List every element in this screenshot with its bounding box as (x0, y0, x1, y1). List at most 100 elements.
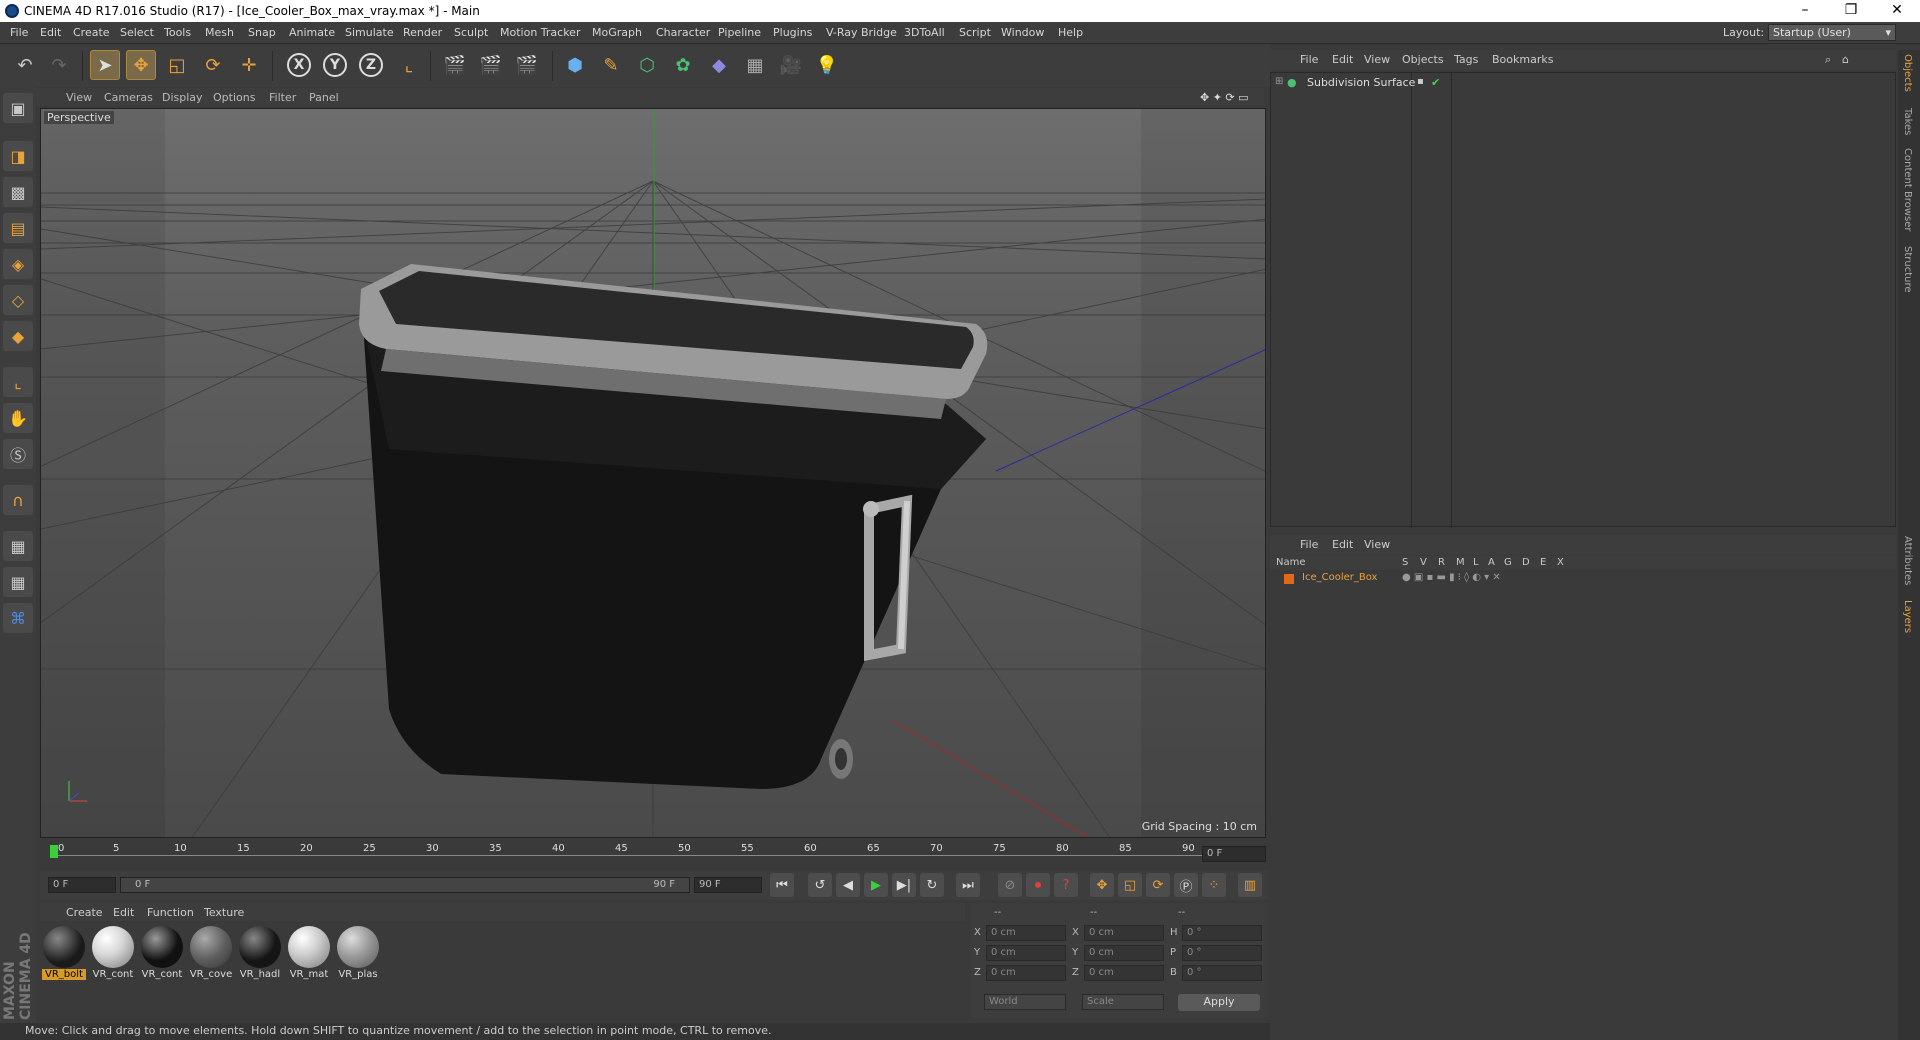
object-menu-file[interactable]: File (1300, 53, 1318, 66)
lock-workplane-button[interactable]: ▦ (3, 531, 33, 561)
menu-tools[interactable]: Tools (164, 26, 191, 39)
light-button[interactable]: 💡 (812, 50, 842, 80)
size-y-field[interactable]: 0 cm (1084, 945, 1164, 961)
menu-create[interactable]: Create (73, 26, 110, 39)
menu-window[interactable]: Window (1001, 26, 1044, 39)
current-frame-field[interactable]: 0 F (1202, 846, 1266, 862)
polygons-mode-button[interactable]: ◆ (3, 321, 33, 351)
layer-toggle-icons[interactable]: ● ▣ ▪ ▬ ▮ ⁝ ◊ ◐ ▾ ✕ (1402, 572, 1501, 583)
tab-attributes[interactable]: Attributes (1902, 536, 1913, 585)
menu-mograph[interactable]: MoGraph (592, 26, 642, 39)
model-mode-button[interactable]: ◨ (3, 141, 33, 171)
maximize-button[interactable]: ❐ (1828, 0, 1874, 22)
material-swatch[interactable]: VR_mat (287, 926, 331, 980)
menu-help[interactable]: Help (1058, 26, 1083, 39)
menu-motion-tracker[interactable]: Motion Tracker (500, 26, 580, 39)
viewport-menu-panel[interactable]: Panel (309, 91, 339, 104)
autokeying-button[interactable]: ⏺ (1026, 873, 1050, 897)
viewport-menu-cameras[interactable]: Cameras (104, 91, 153, 104)
key-position-button[interactable]: ✥ (1090, 873, 1114, 897)
camera-button[interactable]: 🎥 (776, 50, 806, 80)
menu-pipeline[interactable]: Pipeline (718, 26, 761, 39)
search-icon[interactable]: ⌕ (1825, 53, 1831, 67)
layer-menu-view[interactable]: View (1364, 538, 1390, 551)
menu-3dtoall[interactable]: 3DToAll (904, 26, 945, 39)
object-menu-view[interactable]: View (1364, 53, 1390, 66)
tab-objects[interactable]: Objects (1902, 54, 1913, 92)
key-scale-button[interactable]: ◱ (1118, 873, 1142, 897)
cube-object-button[interactable]: ⬢ (560, 50, 590, 80)
cloner-button[interactable]: ✿ (668, 50, 698, 80)
render-picture-viewer-button[interactable]: 🎬 (476, 50, 506, 80)
home-icon[interactable]: ⌂ (1842, 53, 1849, 66)
start-frame-field[interactable]: 0 F (48, 877, 116, 893)
edges-mode-button[interactable]: ◇ (3, 285, 33, 315)
menu-script[interactable]: Script (959, 26, 991, 39)
menu-mesh[interactable]: Mesh (205, 26, 234, 39)
last-tool-button[interactable]: ✛ (234, 50, 264, 80)
coordinate-space-select[interactable]: World (984, 994, 1066, 1010)
position-x-field[interactable]: 0 cm (986, 925, 1066, 941)
3d-viewport[interactable]: Perspective Grid Spacing : 10 cm (40, 108, 1266, 838)
x-axis-lock-button[interactable]: X (284, 50, 314, 80)
redo-button[interactable]: ↷ (44, 50, 74, 80)
material-swatch[interactable]: VR_bolt (42, 926, 86, 980)
size-x-field[interactable]: 0 cm (1084, 925, 1164, 941)
play-forward-button[interactable]: ▶ (864, 873, 888, 897)
material-swatch[interactable]: VR_cont (140, 926, 184, 980)
camera-label[interactable]: Perspective (44, 111, 114, 124)
coordinate-system-button[interactable]: ⌞ (394, 50, 424, 80)
position-y-field[interactable]: 0 cm (986, 945, 1066, 961)
menu-sculpt[interactable]: Sculpt (454, 26, 488, 39)
material-menu-function[interactable]: Function (147, 906, 194, 919)
render-settings-button[interactable]: 🎬 (512, 50, 542, 80)
material-swatch[interactable]: VR_plas (336, 926, 380, 980)
viewport-menu-display[interactable]: Display (162, 91, 203, 104)
tweak-mode-button[interactable]: ✋ (3, 403, 33, 433)
menu-snap[interactable]: Snap (248, 26, 276, 39)
object-menu-edit[interactable]: Edit (1332, 53, 1353, 66)
undo-button[interactable]: ↶ (10, 50, 40, 80)
render-view-button[interactable]: 🎬 (440, 50, 470, 80)
scale-tool-button[interactable]: ◱ (162, 50, 192, 80)
key-parameter-button[interactable]: Ⓟ (1174, 873, 1198, 897)
size-z-field[interactable]: 0 cm (1084, 965, 1164, 981)
menu-plugins[interactable]: Plugins (773, 26, 812, 39)
material-swatch[interactable]: VR_cont (91, 926, 135, 980)
points-mode-button[interactable]: ◈ (3, 249, 33, 279)
frame-range-slider[interactable]: 0 F 90 F (120, 877, 690, 893)
z-axis-lock-button[interactable]: Z (356, 50, 386, 80)
position-z-field[interactable]: 0 cm (986, 965, 1066, 981)
texture-mode-button[interactable]: ▩ (3, 177, 33, 207)
material-menu-texture[interactable]: Texture (204, 906, 244, 919)
playhead-marker[interactable] (50, 845, 58, 858)
workplane-mode-button[interactable]: ▤ (3, 213, 33, 243)
end-frame-field[interactable]: 90 F (694, 877, 762, 893)
tab-content-browser[interactable]: Content Browser (1902, 148, 1913, 231)
tab-layers[interactable]: Layers (1902, 600, 1913, 633)
close-button[interactable]: ✕ (1874, 0, 1920, 22)
make-editable-button[interactable]: ▣ (3, 93, 33, 123)
go-to-start-button[interactable]: ⏮ (770, 873, 794, 897)
tab-structure[interactable]: Structure (1902, 246, 1913, 293)
next-key-button[interactable]: ↻ (920, 873, 944, 897)
floor-button[interactable]: ▦ (740, 50, 770, 80)
subdivision-generator-button[interactable]: ⬡ (632, 50, 662, 80)
timeline-ruler[interactable]: 0 5 10 15 20 25 30 35 40 45 50 55 60 65 … (40, 843, 1268, 868)
layer-color-swatch[interactable] (1284, 574, 1294, 584)
menu-simulate[interactable]: Simulate (345, 26, 394, 39)
material-swatch[interactable]: VR_cove (189, 926, 233, 980)
material-menu-edit[interactable]: Edit (113, 906, 134, 919)
layout-select[interactable]: Startup (User) ▾ (1768, 24, 1896, 41)
rotation-p-field[interactable]: 0 ° (1182, 945, 1262, 961)
expand-icon[interactable]: ⊞ (1275, 76, 1283, 87)
y-axis-lock-button[interactable]: Y (320, 50, 350, 80)
menu-vray-bridge[interactable]: V-Ray Bridge (826, 26, 897, 39)
apply-button[interactable]: Apply (1178, 994, 1260, 1011)
menu-edit[interactable]: Edit (40, 26, 61, 39)
menu-animate[interactable]: Animate (289, 26, 335, 39)
viewport-menu-options[interactable]: Options (213, 91, 255, 104)
object-menu-objects[interactable]: Objects (1402, 53, 1444, 66)
magnet-button[interactable]: ∩ (3, 485, 33, 515)
snap-button[interactable]: Ⓢ (3, 439, 33, 469)
